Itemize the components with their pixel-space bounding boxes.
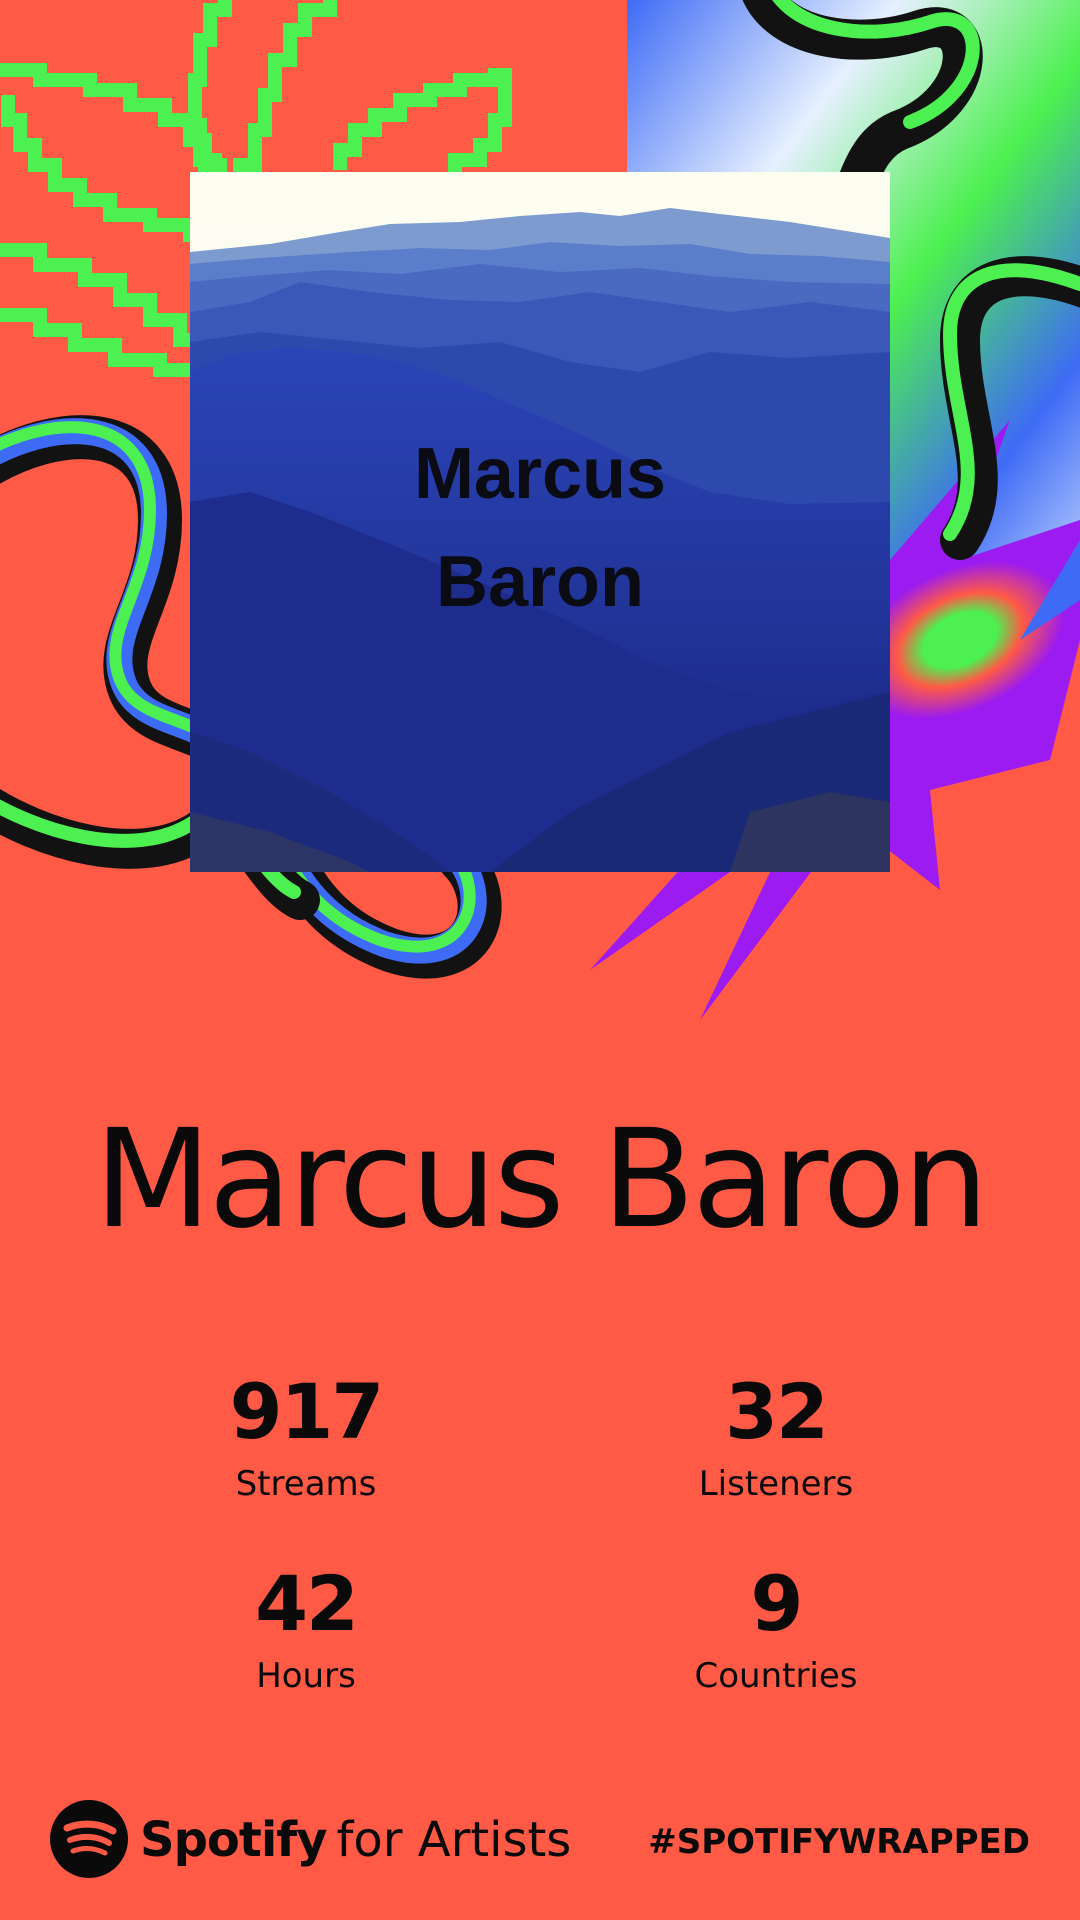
stat-label: Countries (694, 1656, 858, 1696)
stat-value: 917 (229, 1367, 385, 1456)
brand-bold: Spotify (140, 1812, 327, 1868)
stat-value: 9 (750, 1559, 804, 1648)
spotify-logo-icon (50, 1800, 128, 1878)
stat-countries: 9 Countries (576, 1559, 976, 1697)
stat-value: 42 (255, 1559, 359, 1648)
artist-name-heading: Marcus Baron (94, 1101, 989, 1259)
cover-name-line1: Marcus (413, 434, 667, 514)
hashtag-label: #SPOTIFYWRAPPED (648, 1822, 1030, 1862)
stat-listeners: 32 Listeners (576, 1367, 976, 1505)
album-cover[interactable]: Marcus Baron (190, 172, 890, 872)
brand-light: for Artists (336, 1812, 572, 1868)
cover-name-line2: Baron (435, 542, 645, 622)
stat-value: 32 (725, 1367, 829, 1456)
stat-hours: 42 Hours (106, 1559, 506, 1697)
stat-streams: 917 Streams (106, 1367, 506, 1505)
stat-label: Hours (256, 1656, 356, 1696)
cover-artist-name: Marcus Baron (190, 420, 890, 636)
brand-wordmark: Spotify for Artists (140, 1812, 571, 1868)
stat-label: Streams (235, 1464, 377, 1504)
stat-label: Listeners (698, 1464, 854, 1504)
